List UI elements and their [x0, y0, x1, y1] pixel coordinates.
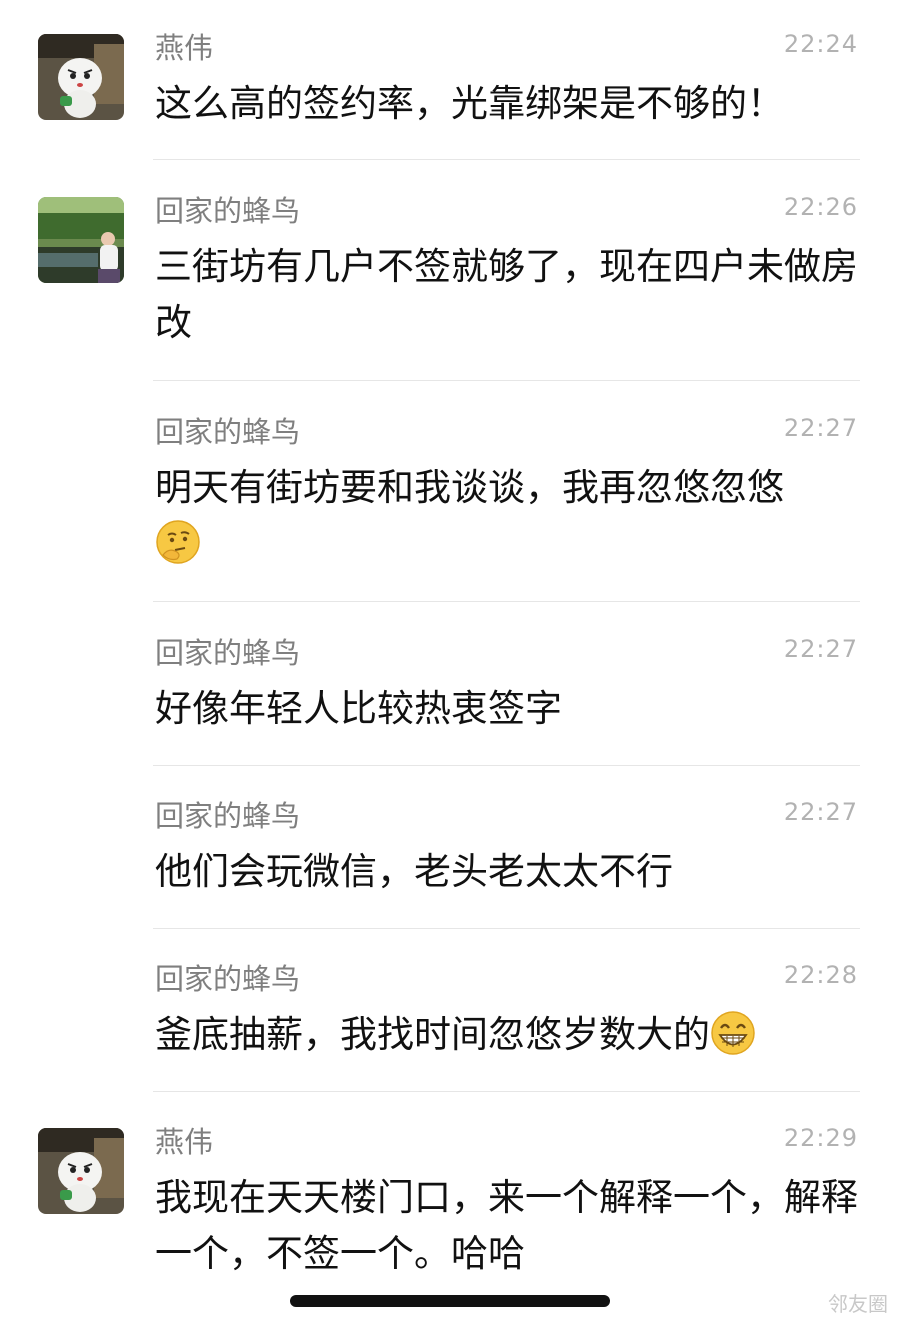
grinning-face-emoji-icon [710, 1010, 756, 1056]
cartoon-bear-avatar-icon [38, 1128, 124, 1214]
avatar[interactable] [38, 197, 124, 283]
sender-name: 燕伟 [155, 31, 214, 65]
sender-name: 回家的蜂鸟 [155, 194, 301, 228]
avatar[interactable] [38, 34, 124, 120]
message-time: 22:29 [783, 1124, 858, 1152]
sender-name: 回家的蜂鸟 [155, 962, 301, 996]
message-text: 好像年轻人比较热衷签字 [155, 687, 562, 730]
message-text: 他们会玩微信，老头老太太不行 [155, 850, 673, 893]
sender-name: 回家的蜂鸟 [155, 799, 301, 833]
woman-by-lake-avatar-icon [38, 197, 124, 283]
message-text-content: 明天有街坊要和我谈谈，我再忽悠忽悠 [155, 466, 784, 509]
message-time: 22:26 [783, 193, 858, 221]
home-indicator[interactable] [290, 1295, 610, 1307]
divider [153, 1091, 860, 1092]
message-text: 我现在天天楼门口，来一个解释一个，解释一个，不签一个。哈哈 [155, 1176, 858, 1275]
divider [153, 928, 860, 929]
message-text: 明天有街坊要和我谈谈，我再忽悠忽悠 [155, 460, 865, 572]
sender-name: 回家的蜂鸟 [155, 415, 301, 449]
divider [153, 380, 860, 381]
message-text: 釜底抽薪，我找时间忽悠岁数大的 [155, 1007, 865, 1063]
message-text: 这么高的签约率，光靠绑架是不够的！ [155, 82, 784, 125]
watermark: 邻友圈 [828, 1292, 888, 1316]
message-time: 22:27 [783, 798, 858, 826]
message-text-content: 釜底抽薪，我找时间忽悠岁数大的 [155, 1013, 710, 1056]
divider [153, 601, 860, 602]
message-time: 22:27 [783, 635, 858, 663]
avatar[interactable] [38, 1128, 124, 1214]
message-time: 22:28 [783, 961, 858, 989]
divider [153, 159, 860, 160]
cartoon-bear-avatar-icon [38, 34, 124, 120]
message-time: 22:24 [783, 30, 858, 58]
divider [153, 765, 860, 766]
sender-name: 燕伟 [155, 1125, 214, 1159]
message-text: 三街坊有几户不签就够了，现在四户未做房改 [155, 245, 858, 344]
thinking-face-emoji-icon [155, 519, 201, 565]
message-time: 22:27 [783, 414, 858, 442]
sender-name: 回家的蜂鸟 [155, 636, 301, 670]
